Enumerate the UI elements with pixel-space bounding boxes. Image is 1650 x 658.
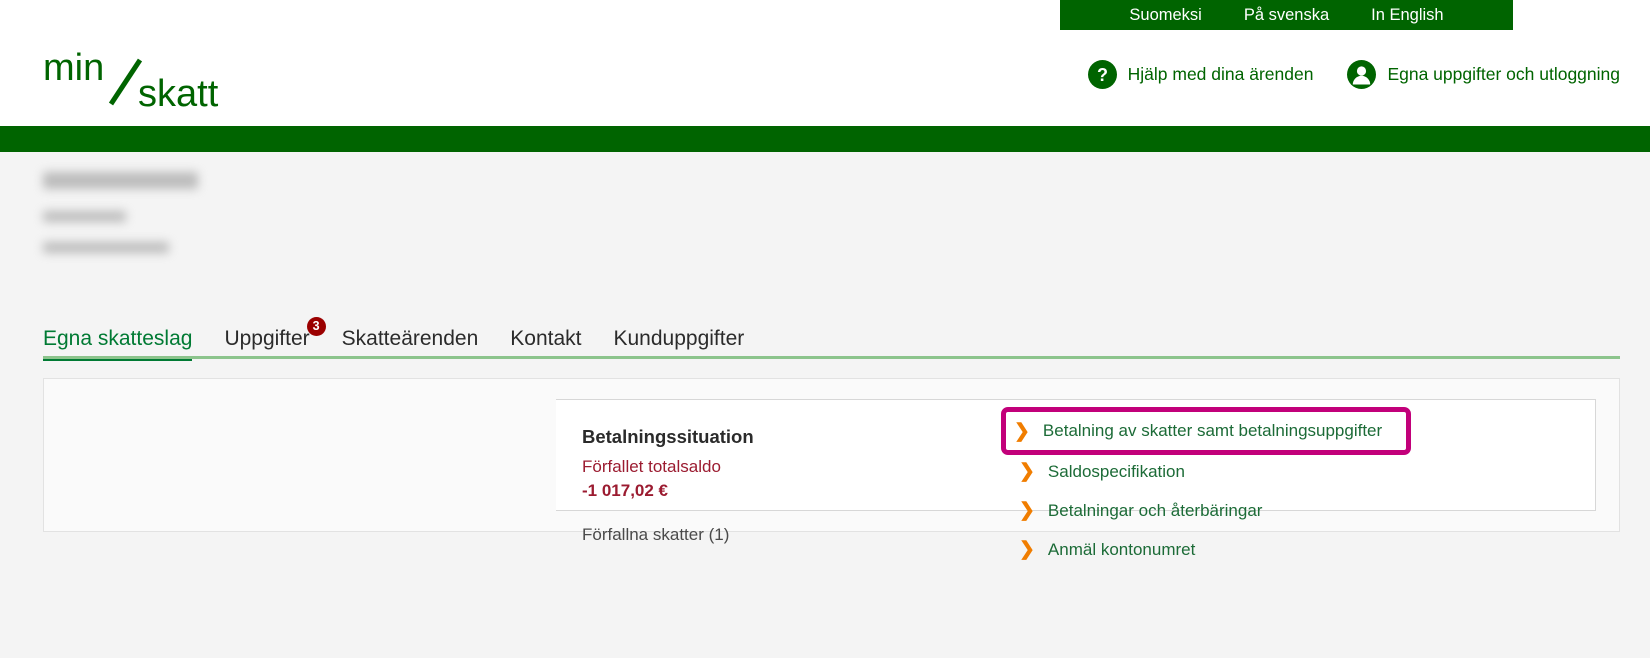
tab-egna-skatteslag[interactable]: Egna skatteslag xyxy=(43,327,208,361)
site-header: min skatt ? Hjälp med dina ärenden Egna … xyxy=(0,30,1650,126)
tabs-underline xyxy=(43,356,1620,359)
chevron-right-icon: ❯ xyxy=(1019,461,1035,482)
tab-label: Uppgifter xyxy=(224,327,310,350)
language-selector: Suomeksi På svenska In English xyxy=(1060,0,1513,30)
account-link[interactable]: Egna uppgifter och utloggning xyxy=(1347,60,1620,89)
header-tool-links: ? Hjälp med dina ärenden Egna uppgifter … xyxy=(1087,60,1620,89)
link-label: Betalningar och återbäringar xyxy=(1047,500,1263,520)
content-panel: Betalningssituation Förfallet totalsaldo… xyxy=(43,378,1620,559)
customer-name-redacted xyxy=(43,172,198,189)
svg-text:min: min xyxy=(43,47,104,89)
link-label: Saldospecifikation xyxy=(1047,461,1185,481)
top-utility-bar: Suomeksi På svenska In English vero.fi xyxy=(0,0,1650,30)
link-anmal-kontonumret[interactable]: ❯ Anmäl kontonumret xyxy=(1006,533,1195,566)
payment-summary: Betalningssituation Förfallet totalsaldo… xyxy=(556,400,1006,544)
minskatt-logo[interactable]: min skatt xyxy=(43,46,243,112)
link-betalningar-och-aterbaringar[interactable]: ❯ Betalningar och återbäringar xyxy=(1006,494,1262,527)
tab-label: Skatteärenden xyxy=(341,327,479,350)
card-title: Betalningssituation xyxy=(582,426,754,447)
main-navigation-tabs: Egna skatteslag Uppgifter 3 Skatteärende… xyxy=(43,317,760,361)
overdue-taxes-count: Förfallna skatter (1) xyxy=(582,524,730,544)
link-label: Betalning av skatter samt betalningsuppg… xyxy=(1042,421,1383,440)
tab-skattearenden[interactable]: Skatteärenden xyxy=(326,328,495,358)
tab-kunduppgifter[interactable]: Kunduppgifter xyxy=(597,328,760,358)
language-link-pa-svenska[interactable]: På svenska xyxy=(1223,0,1350,30)
link-label: Anmäl kontonumret xyxy=(1047,539,1196,559)
tab-label: Kunduppgifter xyxy=(613,327,745,350)
tab-label: Kontakt xyxy=(510,327,582,350)
link-saldospecifikation[interactable]: ❯ Saldospecifikation xyxy=(1006,455,1185,488)
overdue-total-amount: -1 017,02 € xyxy=(582,481,669,501)
customer-identity-block xyxy=(43,172,303,253)
chevron-right-icon: ❯ xyxy=(1019,500,1035,521)
uppgifter-count-badge: 3 xyxy=(306,317,326,336)
customer-id-redacted xyxy=(43,211,126,222)
help-question-icon: ? xyxy=(1087,60,1117,89)
tab-label: Egna skatteslag xyxy=(43,327,193,350)
green-divider-bar xyxy=(0,126,1650,152)
payment-situation-card: Betalningssituation Förfallet totalsaldo… xyxy=(556,399,1596,559)
svg-text:skatt: skatt xyxy=(138,73,219,112)
language-link-in-english[interactable]: In English xyxy=(1350,0,1464,30)
help-link-label: Hjälp med dina ärenden xyxy=(1127,64,1314,84)
user-account-icon xyxy=(1347,60,1377,89)
customer-role-redacted xyxy=(43,242,169,253)
page-body: Egna skatteslag Uppgifter 3 Skatteärende… xyxy=(0,152,1650,658)
vero-fi-link[interactable]: vero.fi xyxy=(1458,0,1508,30)
tab-kontakt[interactable]: Kontakt xyxy=(494,328,597,358)
chevron-right-icon: ❯ xyxy=(1014,420,1030,442)
svg-text:?: ? xyxy=(1097,65,1108,85)
payment-links-list: ❯ Betalning av skatter samt betalningsup… xyxy=(1001,400,1595,559)
chevron-right-icon: ❯ xyxy=(1019,539,1035,560)
tab-uppgifter[interactable]: Uppgifter 3 xyxy=(208,317,326,358)
account-link-label: Egna uppgifter och utloggning xyxy=(1387,64,1620,84)
link-betalning-av-skatter[interactable]: ❯ Betalning av skatter samt betalningsup… xyxy=(1001,407,1411,455)
help-link[interactable]: ? Hjälp med dina ärenden xyxy=(1087,60,1314,89)
overdue-total-label: Förfallet totalsaldo xyxy=(582,457,721,477)
language-link-suomeksi[interactable]: Suomeksi xyxy=(1108,0,1222,30)
